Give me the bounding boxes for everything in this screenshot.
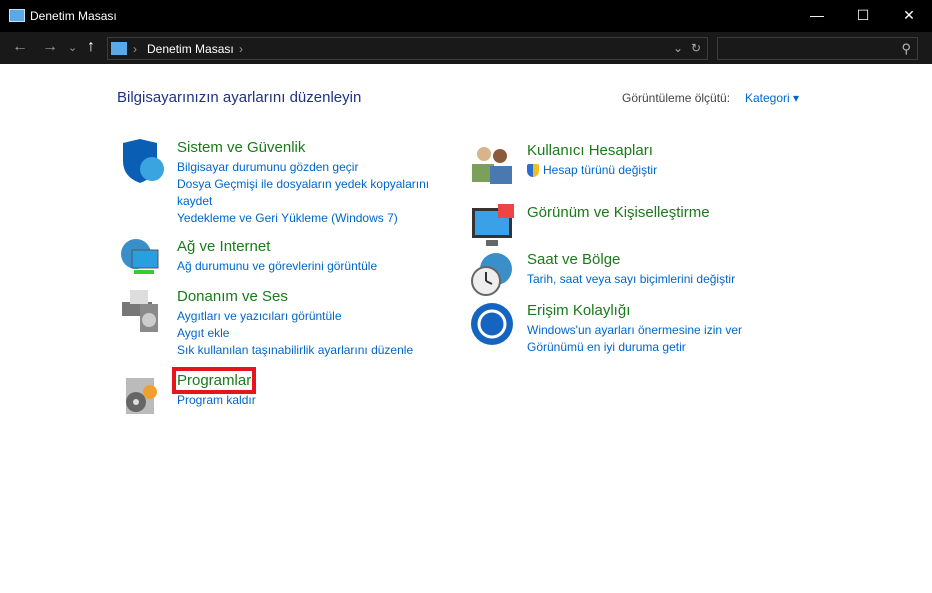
title-bar: Denetim Masası — ☐ ✕ xyxy=(0,0,932,32)
category-link[interactable]: Windows'un ayarları önermesine izin ver xyxy=(527,322,742,339)
close-button[interactable]: ✕ xyxy=(886,0,932,30)
category-title[interactable]: Görünüm ve Kişiselleştirme xyxy=(527,204,710,221)
ease-of-access-icon[interactable] xyxy=(470,302,516,348)
category-link[interactable]: Program kaldır xyxy=(177,392,256,409)
content-area: Bilgisayarınızın ayarlarını düzenleyin G… xyxy=(0,64,932,593)
appearance-monitor-icon[interactable] xyxy=(470,204,516,250)
category-link[interactable]: Aygıt ekle xyxy=(177,325,413,342)
view-by-dropdown[interactable]: Kategori ▾ xyxy=(745,91,799,105)
breadcrumb-denetim-masasi[interactable]: Denetim Masası xyxy=(147,42,234,56)
category-title[interactable]: Donanım ve Ses xyxy=(177,288,288,305)
category-link[interactable]: kaydet xyxy=(177,193,429,210)
category-title[interactable]: Kullanıcı Hesapları xyxy=(527,142,653,159)
category-title[interactable]: Erişim Kolaylığı xyxy=(527,302,630,319)
shield-icon[interactable] xyxy=(120,139,166,185)
printer-speaker-icon[interactable] xyxy=(120,288,166,334)
category-link[interactable]: Aygıtları ve yazıcıları görüntüle xyxy=(177,308,413,325)
forward-button[interactable]: → xyxy=(42,38,58,56)
link-text[interactable]: Hesap türünü değiştir xyxy=(543,163,657,177)
category-link[interactable]: Tarih, saat veya sayı biçimlerini değişt… xyxy=(527,271,735,288)
breadcrumb-separator[interactable]: › xyxy=(133,42,137,56)
recent-locations-button[interactable]: ⌄ xyxy=(68,41,77,54)
category-link[interactable]: Sık kullanılan taşınabilirlik ayarlarını… xyxy=(177,342,413,359)
control-panel-icon xyxy=(111,42,127,55)
view-by-label: Görüntüleme ölçütü: xyxy=(622,91,731,105)
users-icon[interactable] xyxy=(470,142,516,188)
category-link[interactable]: Bilgisayar durumunu gözden geçir xyxy=(177,159,429,176)
category-title[interactable]: Sistem ve Güvenlik xyxy=(177,139,305,156)
up-button[interactable]: ↑ xyxy=(87,38,95,56)
clock-globe-icon[interactable] xyxy=(470,251,516,297)
window-title: Denetim Masası xyxy=(30,9,117,23)
category-link[interactable]: Yedekleme ve Geri Yükleme (Windows 7) xyxy=(177,210,429,227)
category-link[interactable]: Hesap türünü değiştir xyxy=(527,162,657,179)
network-globe-icon[interactable] xyxy=(120,238,166,284)
maximize-button[interactable]: ☐ xyxy=(840,0,886,30)
search-icon: ⚲ xyxy=(901,41,911,56)
category-title[interactable]: Saat ve Bölge xyxy=(527,251,620,268)
uac-shield-icon xyxy=(527,164,539,177)
page-title: Bilgisayarınızın ayarlarını düzenleyin xyxy=(117,89,362,106)
category-title[interactable]: Programlar xyxy=(171,367,257,394)
minimize-button[interactable]: — xyxy=(794,0,840,30)
programs-icon[interactable] xyxy=(120,372,166,418)
category-link[interactable]: Görünümü en iyi duruma getir xyxy=(527,339,742,356)
search-input[interactable]: ⚲ xyxy=(717,37,918,60)
address-bar[interactable]: › Denetim Masası › ⌄ ↻ xyxy=(107,37,708,60)
refresh-button[interactable]: ↻ xyxy=(691,41,701,55)
category-link[interactable]: Dosya Geçmişi ile dosyaların yedek kopya… xyxy=(177,176,429,193)
address-dropdown-button[interactable]: ⌄ xyxy=(673,41,683,55)
control-panel-icon xyxy=(9,9,25,22)
category-title[interactable]: Ağ ve Internet xyxy=(177,238,270,255)
back-button[interactable]: ← xyxy=(12,38,28,56)
category-link[interactable]: Ağ durumunu ve görevlerini görüntüle xyxy=(177,258,377,275)
breadcrumb-separator[interactable]: › xyxy=(239,42,243,56)
